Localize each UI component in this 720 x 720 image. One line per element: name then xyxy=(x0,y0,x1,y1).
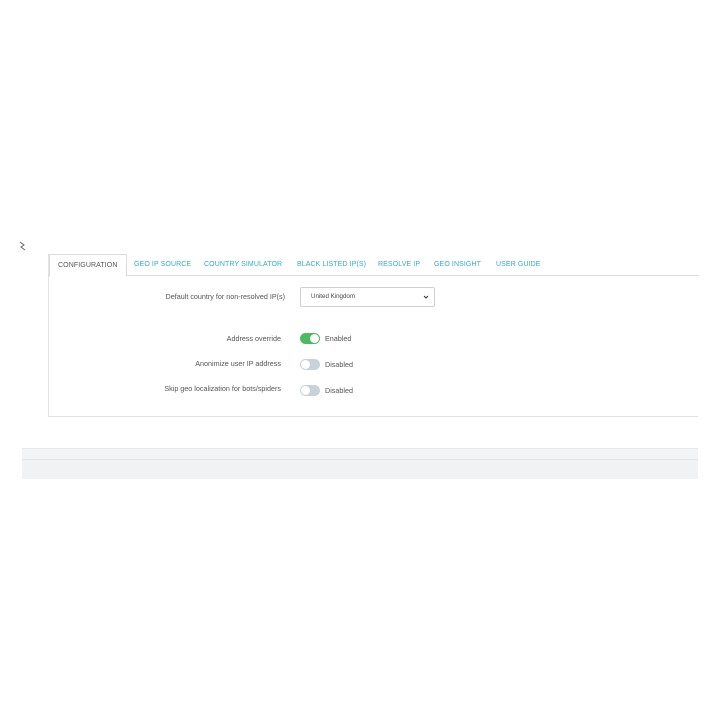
tab-bar: CONFIGURATION GEO IP SOURCE COUNTRY SIMU… xyxy=(49,254,699,277)
page: CONFIGURATION GEO IP SOURCE COUNTRY SIMU… xyxy=(0,0,720,720)
footer-bar-lower xyxy=(22,459,698,479)
footer-bar xyxy=(22,448,698,459)
tab-resolve-ip[interactable]: RESOLVE IP xyxy=(378,254,420,276)
arrow-icon xyxy=(19,241,26,251)
tab-configuration[interactable]: CONFIGURATION xyxy=(49,254,127,277)
skip-geo-bots-label: Skip geo localization for bots/spiders xyxy=(164,384,281,393)
default-country-value: United Kingdom xyxy=(311,293,356,300)
toggle-knob xyxy=(310,334,319,343)
chevron-down-icon xyxy=(423,295,429,299)
default-country-label: Default country for non-resolved IP(s) xyxy=(165,292,285,301)
skip-geo-bots-toggle[interactable] xyxy=(300,385,320,396)
tab-black-listed-ips[interactable]: BLACK LISTED IP(S) xyxy=(297,254,366,276)
anonimize-ip-status: Disabled xyxy=(325,360,353,369)
anonimize-ip-label: Anonimize user IP address xyxy=(195,359,281,368)
default-country-select[interactable]: United Kingdom xyxy=(300,287,435,307)
tab-geo-insight[interactable]: GEO INSIGHT xyxy=(434,254,481,276)
toggle-knob xyxy=(301,360,310,369)
tab-geo-ip-source[interactable]: GEO IP SOURCE xyxy=(134,254,191,276)
anonimize-ip-toggle[interactable] xyxy=(300,359,320,370)
tab-user-guide[interactable]: USER GUIDE xyxy=(496,254,541,276)
toggle-knob xyxy=(301,386,310,395)
skip-geo-bots-status: Disabled xyxy=(325,386,353,395)
tab-country-simulator[interactable]: COUNTRY SIMULATOR xyxy=(204,254,282,276)
configuration-panel: CONFIGURATION GEO IP SOURCE COUNTRY SIMU… xyxy=(48,254,699,417)
address-override-toggle[interactable] xyxy=(300,333,320,344)
address-override-status: Enabled xyxy=(325,334,352,343)
address-override-label: Address override xyxy=(226,334,281,343)
